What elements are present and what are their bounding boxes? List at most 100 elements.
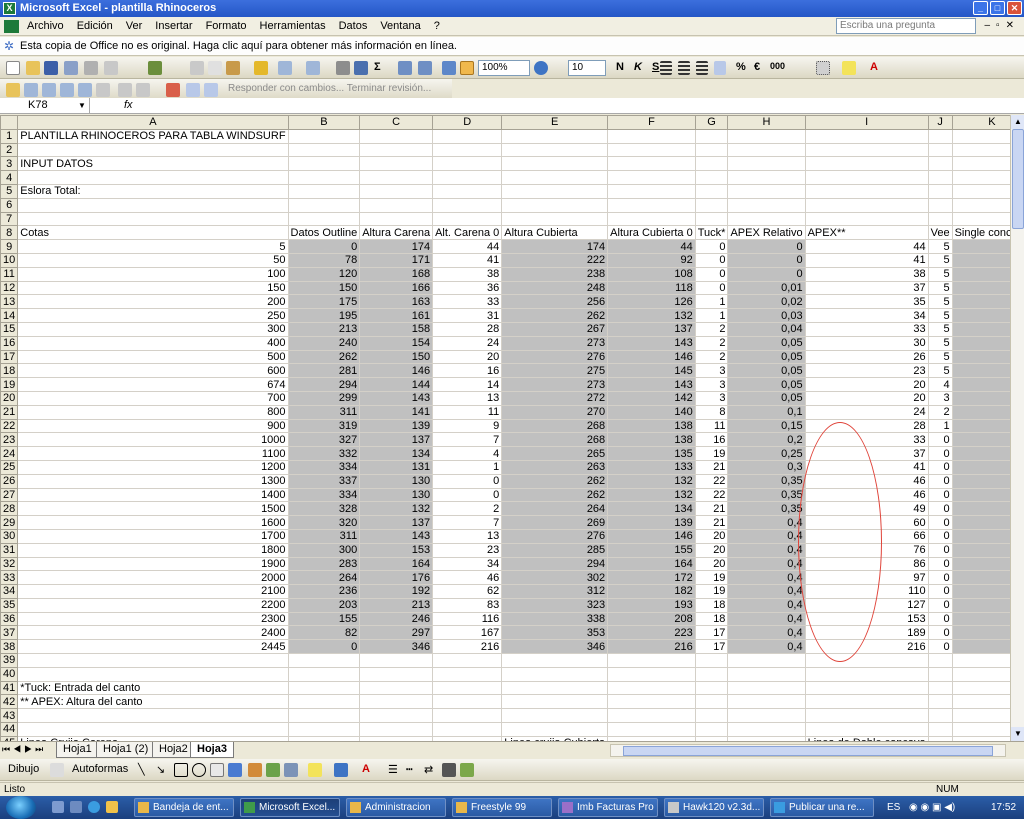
cell[interactable]: 0 — [927, 570, 953, 586]
cell[interactable]: 158 — [359, 321, 434, 337]
cell[interactable] — [359, 183, 434, 199]
scroll-up-icon[interactable]: ▲ — [1011, 115, 1024, 129]
cell[interactable]: 1500 — [17, 501, 289, 517]
cell[interactable] — [17, 653, 289, 668]
cell[interactable]: 168 — [359, 266, 434, 282]
cell[interactable]: 0 — [951, 239, 1010, 254]
cell[interactable]: 137 — [607, 321, 696, 337]
cell[interactable] — [287, 708, 361, 724]
cell[interactable]: 270 — [501, 404, 609, 420]
cell[interactable]: 37 — [804, 280, 929, 296]
cell[interactable]: 1300 — [17, 473, 289, 489]
row-header[interactable]: 32 — [0, 556, 19, 572]
draw-fill-color-icon[interactable] — [308, 763, 322, 777]
cell[interactable]: 248 — [501, 280, 609, 296]
cell[interactable]: 137 — [359, 515, 434, 530]
cell[interactable]: 0 — [951, 308, 1010, 323]
cell[interactable]: 132 — [607, 487, 696, 503]
cell[interactable] — [951, 722, 1010, 737]
cell[interactable] — [727, 722, 806, 737]
cell[interactable] — [694, 694, 729, 710]
cell[interactable] — [501, 211, 609, 227]
cell[interactable] — [607, 128, 696, 144]
cell[interactable] — [951, 170, 1010, 185]
review-folder-icon[interactable] — [6, 83, 20, 97]
cell[interactable]: 50 — [17, 252, 289, 268]
cell[interactable]: 1400 — [17, 487, 289, 503]
cell[interactable]: 5 — [927, 294, 953, 310]
cell[interactable]: 276 — [501, 349, 609, 365]
language-indicator[interactable]: ES — [887, 796, 900, 819]
cell[interactable]: Alt. Carena 0 — [432, 225, 503, 241]
cell[interactable]: 0 — [927, 487, 953, 503]
cell[interactable]: 0 — [951, 570, 1010, 586]
row-header[interactable]: 26 — [0, 473, 19, 489]
cell[interactable] — [432, 142, 503, 158]
cell[interactable] — [17, 170, 289, 185]
cell[interactable]: 0 — [951, 501, 1010, 517]
cell[interactable]: 3 — [694, 377, 729, 392]
cell[interactable] — [17, 211, 289, 227]
row-header[interactable]: 43 — [0, 708, 19, 724]
cell[interactable]: 143 — [359, 390, 434, 406]
cell[interactable] — [694, 680, 729, 696]
cell[interactable] — [432, 128, 503, 144]
cell[interactable] — [694, 211, 729, 227]
fill-color-icon[interactable] — [842, 61, 856, 75]
cell[interactable]: 0 — [694, 280, 729, 296]
cell[interactable] — [694, 128, 729, 144]
cell[interactable] — [951, 156, 1010, 172]
cell[interactable]: 33 — [432, 294, 503, 310]
cell[interactable] — [607, 183, 696, 199]
cell[interactable]: 0 — [432, 473, 503, 489]
cell[interactable]: 353 — [501, 625, 609, 641]
percent-style-button[interactable]: % — [736, 61, 746, 73]
euro-style-button[interactable]: € — [754, 61, 760, 73]
cell[interactable]: 0,4 — [727, 528, 806, 544]
column-header-B[interactable]: B — [287, 115, 361, 130]
row-header[interactable]: 23 — [0, 432, 19, 448]
line-style-icon[interactable]: ☰ — [388, 763, 398, 776]
cell[interactable]: 38 — [804, 266, 929, 282]
cell[interactable] — [804, 197, 929, 213]
cell[interactable]: 131 — [359, 459, 434, 475]
cell[interactable]: 346 — [501, 639, 609, 655]
review-previous-icon[interactable] — [24, 83, 38, 97]
cell[interactable] — [727, 142, 806, 158]
cell[interactable]: 11 — [694, 418, 729, 434]
cell[interactable]: 246 — [359, 611, 434, 627]
cell[interactable]: 1900 — [17, 556, 289, 572]
taskbar-item-5[interactable]: Hawk120 v2.3d... — [664, 798, 764, 817]
cell[interactable]: 20 — [804, 390, 929, 406]
cell[interactable] — [727, 170, 806, 185]
copy-icon[interactable] — [208, 61, 222, 75]
row-header[interactable]: 9 — [0, 239, 19, 254]
cell[interactable]: 20 — [694, 542, 729, 558]
cell[interactable]: 36 — [432, 280, 503, 296]
cell[interactable]: 9 — [432, 418, 503, 434]
cell[interactable] — [17, 197, 289, 213]
cell[interactable]: 150 — [17, 280, 289, 296]
cell[interactable]: 143 — [359, 528, 434, 544]
taskbar-item-0[interactable]: Bandeja de ent... — [134, 798, 234, 817]
cell[interactable] — [359, 722, 434, 737]
cell[interactable]: 674 — [17, 377, 289, 392]
cell[interactable]: 134 — [607, 501, 696, 517]
cell[interactable]: 0 — [727, 252, 806, 268]
tab-hoja2[interactable]: Hoja2 — [152, 742, 195, 758]
cell[interactable]: 302 — [501, 570, 609, 586]
cell[interactable]: 327 — [287, 432, 361, 448]
autosum-icon[interactable]: Σ — [374, 61, 381, 73]
cell[interactable]: 7 — [432, 432, 503, 448]
cell[interactable]: 283 — [287, 556, 361, 572]
cell[interactable]: 108 — [607, 266, 696, 282]
maximize-button[interactable]: □ — [990, 1, 1005, 15]
cell[interactable]: 11 — [432, 404, 503, 420]
cell[interactable]: 22 — [694, 487, 729, 503]
row-header[interactable]: 19 — [0, 377, 19, 392]
cell[interactable] — [694, 170, 729, 185]
cell[interactable]: 500 — [17, 349, 289, 365]
clipart-icon[interactable] — [266, 763, 280, 777]
column-header-A[interactable]: A — [17, 115, 289, 130]
document-window-controls[interactable]: –▫✕ — [985, 20, 1021, 31]
